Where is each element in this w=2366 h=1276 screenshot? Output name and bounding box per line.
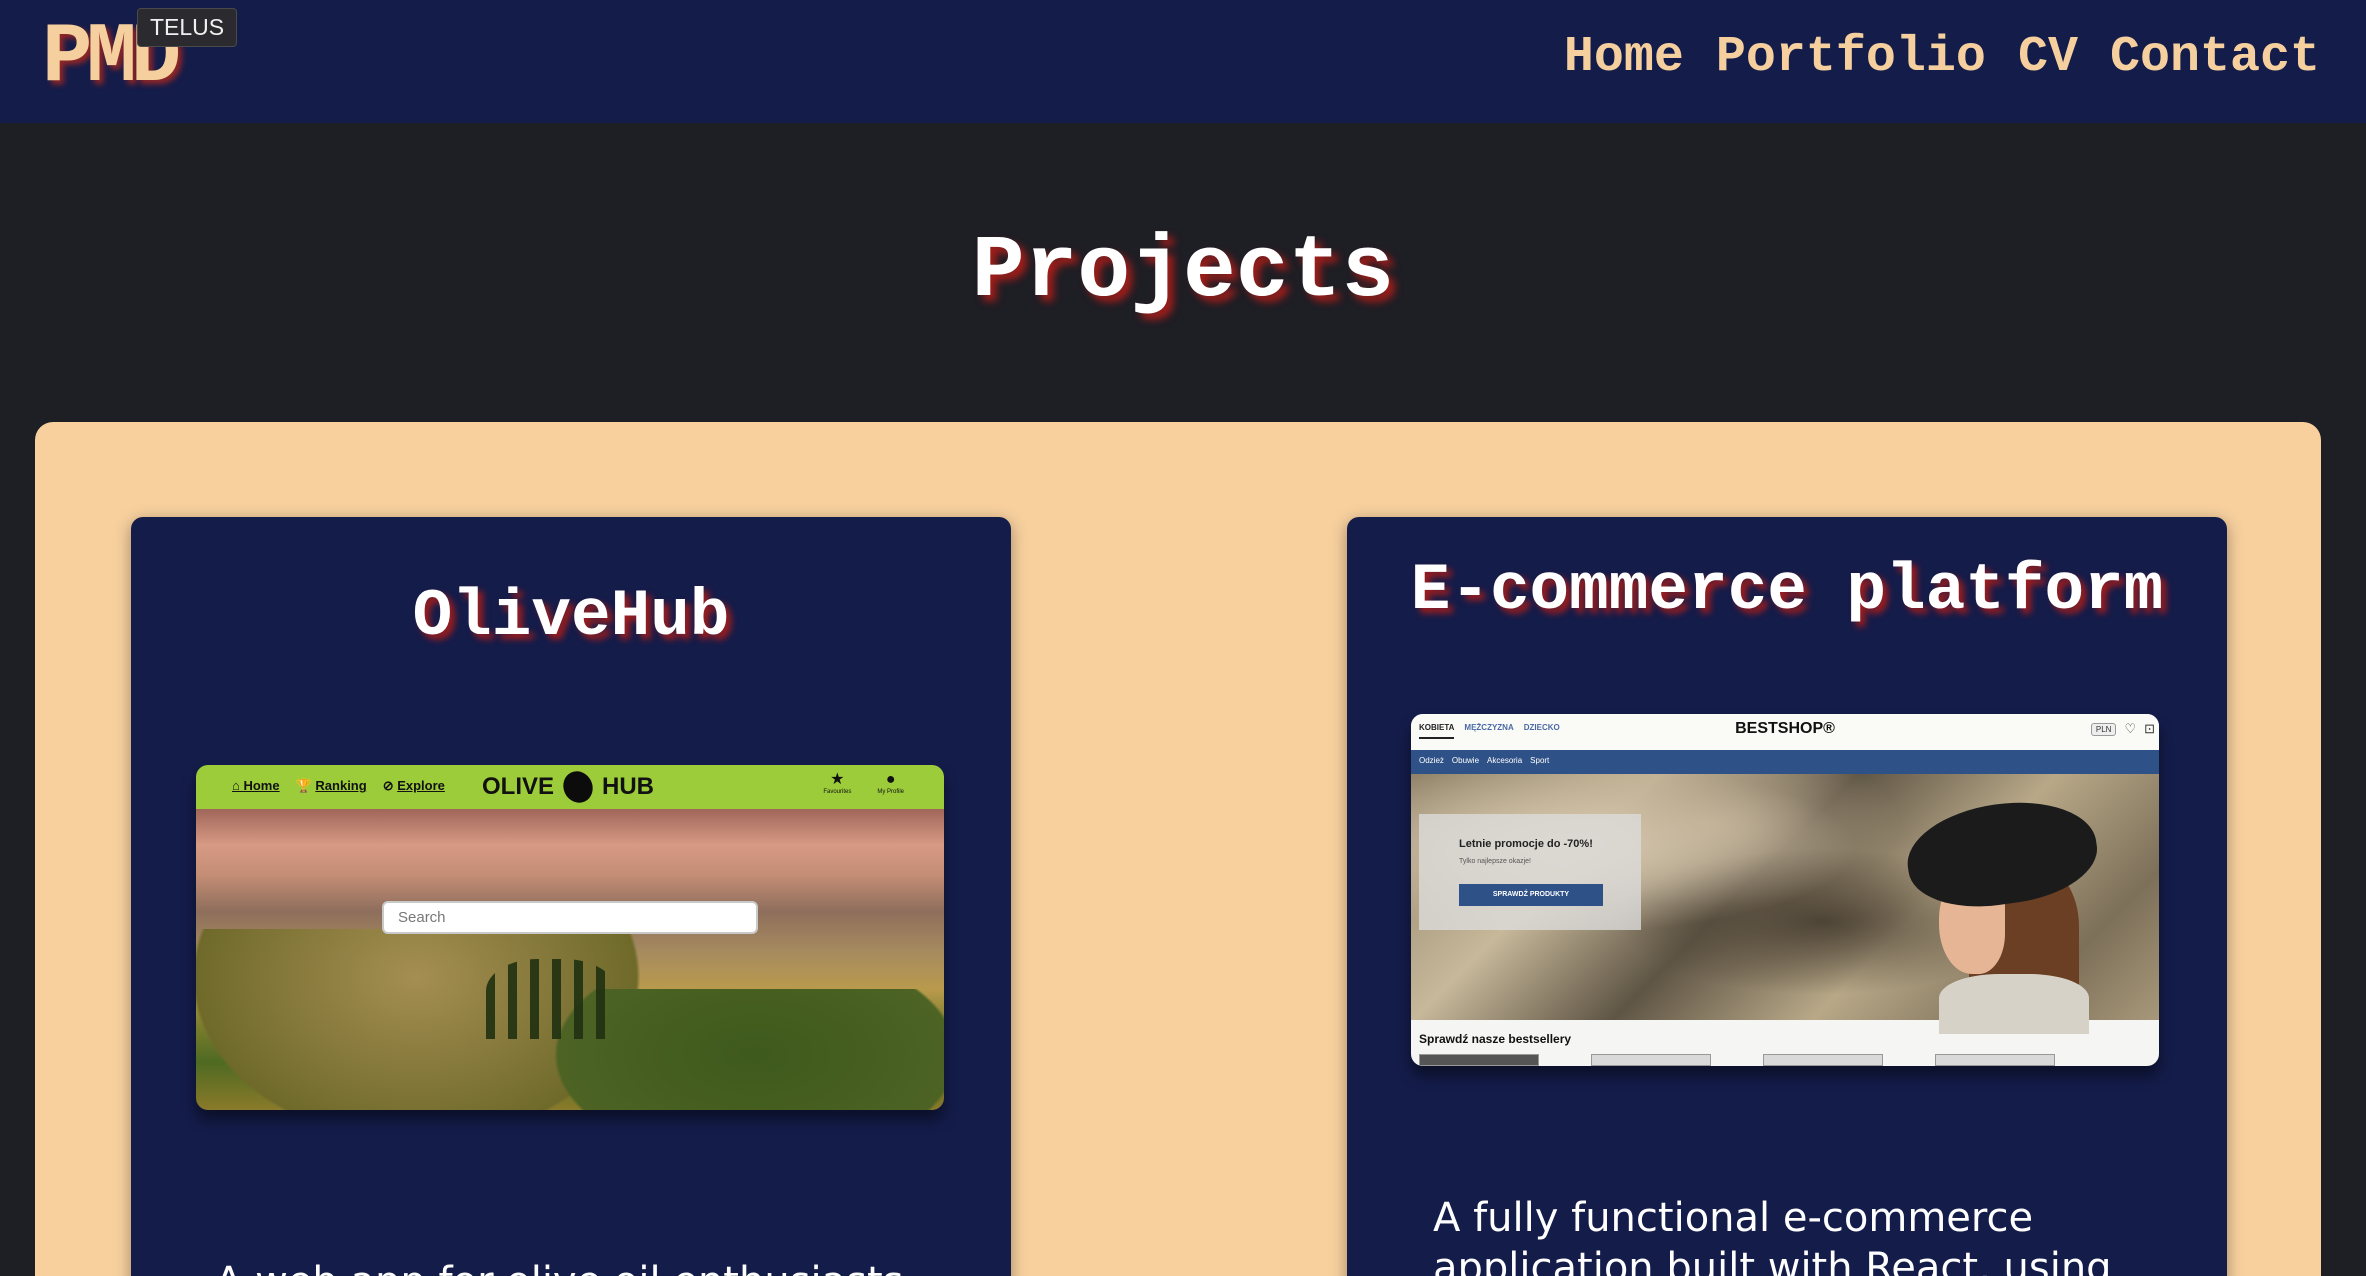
bestshop-actions: PLN ♡ ⊡ xyxy=(2090,721,2155,737)
olivehub-user-icons: ★ Favourites ● My Profile xyxy=(823,771,904,795)
user-icon: ● xyxy=(885,771,896,788)
project-title: E-commerce platform xyxy=(1410,553,2164,628)
main-nav: Home Portfolio CV Contact xyxy=(1564,26,2320,90)
olivehub-logo: OLIVE HUB xyxy=(482,766,654,808)
olivehub-nav-home: ⌂ Home xyxy=(232,778,280,793)
bestseller-thumbnails xyxy=(1419,1054,2055,1066)
promo-box: Letnie promocje do -70%! Tylko najlepsze… xyxy=(1419,814,1641,930)
olive-icon xyxy=(558,766,598,808)
project-title: OliveHub xyxy=(412,579,730,654)
nav-home[interactable]: Home xyxy=(1564,26,1684,90)
favourites-link: ★ Favourites xyxy=(823,771,852,795)
project-card-olivehub[interactable]: OliveHub ⌂ Home 🏆 Ranking ⊘ Explore OLIV… xyxy=(131,517,1011,1276)
olivehub-search-input: Search xyxy=(382,901,758,934)
olivehub-navbar: ⌂ Home 🏆 Ranking ⊘ Explore OLIVE HUB ★ Fa… xyxy=(196,765,944,809)
nav-contact[interactable]: Contact xyxy=(2110,26,2320,90)
profile-link: ● My Profile xyxy=(877,771,904,795)
heart-icon: ♡ xyxy=(2124,721,2137,736)
project-screenshot[interactable]: KOBIETA MĘŻCZYZNA DZIECKO BESTSHOP® PLN … xyxy=(1411,714,2159,1066)
olivehub-nav-explore: ⊘ Explore xyxy=(382,778,445,793)
star-icon: ★ xyxy=(830,771,845,788)
model-photo xyxy=(1899,791,2104,1034)
project-description: A web app for olive oil enthusiasts xyxy=(215,1257,935,1276)
bestsellers-heading: Sprawdź nasze bestsellery xyxy=(1419,1032,1572,1046)
page-title: Projects xyxy=(971,223,1395,322)
olivehub-nav-links: ⌂ Home 🏆 Ranking ⊘ Explore xyxy=(232,778,445,794)
bestshop-hero-image: Letnie promocje do -70%! Tylko najlepsze… xyxy=(1411,774,2159,1034)
landscape-image: Search xyxy=(196,809,944,1110)
promo-button: SPRAWDŹ PRODUKTY xyxy=(1459,884,1603,906)
tooltip: TELUS xyxy=(137,8,238,47)
bestshop-brand: BESTSHOP® xyxy=(1735,720,1835,737)
nav-portfolio[interactable]: Portfolio xyxy=(1716,26,1986,90)
currency-select: PLN xyxy=(2090,722,2117,736)
site-header: PMD TELUS Home Portfolio CV Contact xyxy=(0,0,2366,123)
nav-cv[interactable]: CV xyxy=(2018,26,2078,90)
project-screenshot[interactable]: ⌂ Home 🏆 Ranking ⊘ Explore OLIVE HUB ★ Fa… xyxy=(196,765,944,1110)
bestshop-category-nav: Odzież Obuwie Akcesoria Sport xyxy=(1411,750,2159,774)
olivehub-nav-ranking: 🏆 Ranking xyxy=(295,778,367,793)
project-description: A fully functional e-commerce applicatio… xyxy=(1433,1195,2112,1276)
bestshop-topbar: KOBIETA MĘŻCZYZNA DZIECKO BESTSHOP® PLN … xyxy=(1411,714,2159,750)
project-card-ecommerce[interactable]: E-commerce platform KOBIETA MĘŻCZYZNA DZ… xyxy=(1347,517,2227,1276)
bag-icon: ⊡ xyxy=(2144,721,2155,736)
